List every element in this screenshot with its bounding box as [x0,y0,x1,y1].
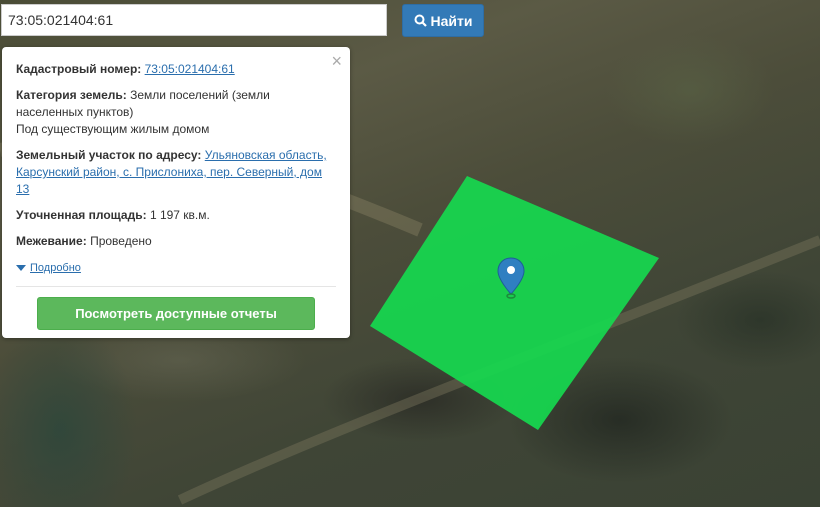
area-label: Уточненная площадь: [16,208,147,222]
search-icon [414,14,427,27]
details-link[interactable]: Подробно [30,262,81,274]
land-category-label: Категория земель: [16,88,127,102]
land-parcel-polygon[interactable] [370,176,659,430]
search-button-label: Найти [430,12,473,29]
search-button[interactable]: Найти [402,4,484,37]
area-row: Уточненная площадь: 1 197 кв.м. [16,207,336,224]
cadastral-number-label: Кадастровый номер: [16,62,142,76]
survey-label: Межевание: [16,234,87,248]
survey-value: Проведено [90,234,152,248]
details-row: Подробно [16,259,336,277]
parcel-info-popup: × Кадастровый номер: 73:05:021404:61 Кат… [2,47,350,338]
view-reports-button[interactable]: Посмотреть доступные отчеты [37,297,315,330]
survey-row: Межевание: Проведено [16,233,336,250]
popup-divider [16,286,336,287]
caret-down-icon [16,264,26,271]
address-row: Земельный участок по адресу: Ульяновская… [16,147,336,198]
search-input[interactable] [1,4,387,36]
address-label: Земельный участок по адресу: [16,148,202,162]
land-category-row: Категория земель: Земли поселений (земли… [16,87,336,138]
cadastral-number-row: Кадастровый номер: 73:05:021404:61 [16,61,336,78]
close-icon[interactable]: × [331,52,342,70]
cadastral-number-link[interactable]: 73:05:021404:61 [145,62,235,76]
land-usage-value: Под существующим жилым домом [16,122,210,136]
area-value: 1 197 кв.м. [149,208,210,222]
